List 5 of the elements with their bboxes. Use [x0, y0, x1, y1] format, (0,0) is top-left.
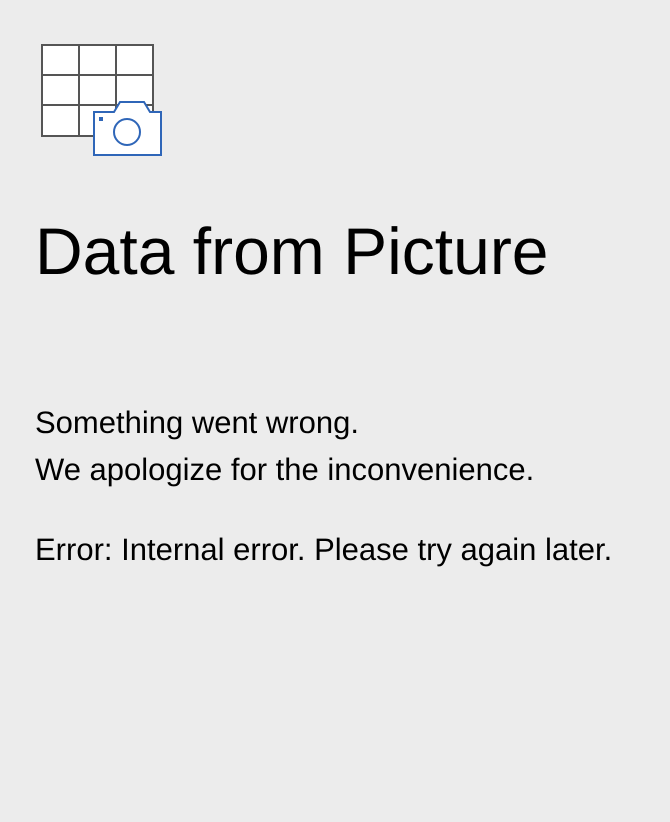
table-camera-icon [41, 44, 163, 157]
error-message: Error: Internal error. Please try again later. [35, 531, 614, 569]
page-title: Data from Picture [35, 213, 550, 290]
message-text: We apologize for the inconvenience. [35, 451, 536, 489]
message-text: Something went wrong. [35, 404, 360, 442]
